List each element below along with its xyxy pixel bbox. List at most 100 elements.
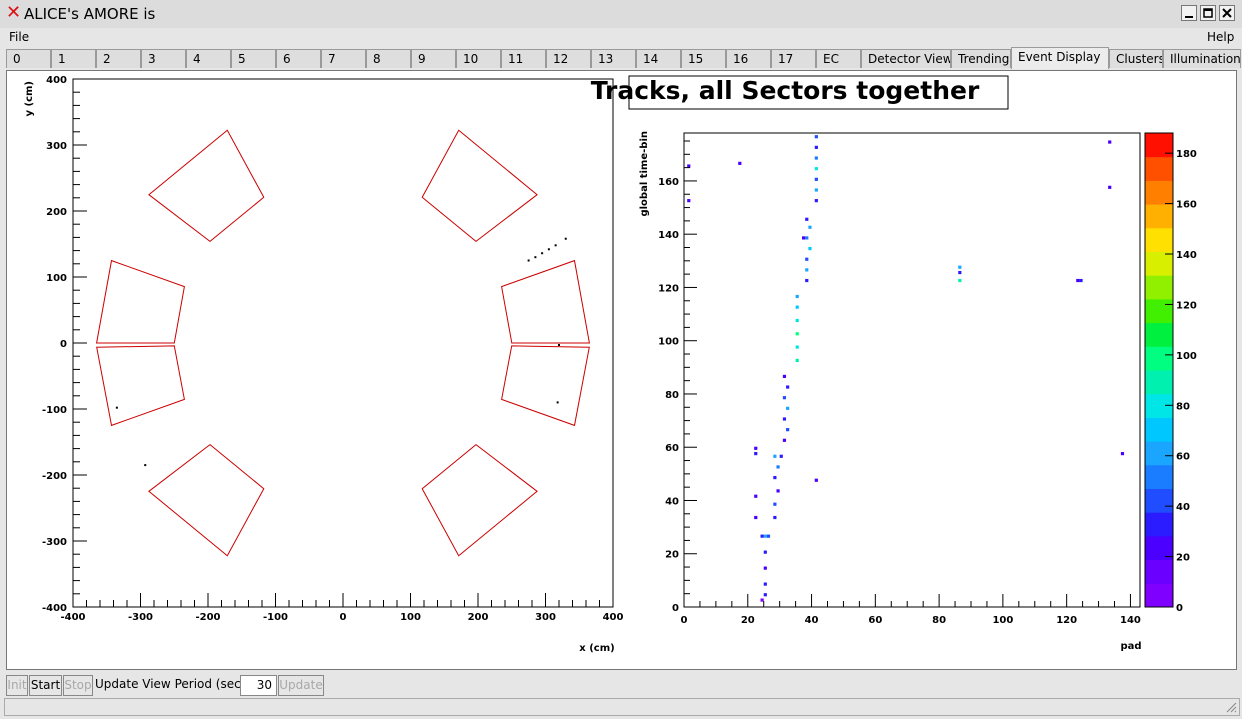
tab-10[interactable]: 10 [456, 49, 501, 68]
z-tick-label: 20 [1176, 553, 1190, 564]
heatmap-cell [1120, 452, 1125, 456]
heatmap-cell [814, 145, 818, 149]
tab-4[interactable]: 4 [186, 49, 231, 68]
tab-17[interactable]: 17 [771, 49, 816, 68]
z-tick-label: 40 [1176, 502, 1190, 513]
tab-14[interactable]: 14 [636, 49, 681, 68]
heatmap-cell [814, 167, 818, 171]
color-scale-bin [1145, 559, 1173, 584]
z-tick-label: 80 [1176, 401, 1190, 412]
z-tick-label: 160 [1176, 200, 1197, 211]
heatmap-cell [776, 489, 780, 493]
tab-8[interactable]: 8 [366, 49, 411, 68]
heatmap-cell [808, 225, 812, 229]
tab-11[interactable]: 11 [501, 49, 546, 68]
x-tick-label: 140 [1120, 615, 1141, 626]
x-tick-label: 0 [681, 615, 688, 626]
heatmap-cell [763, 534, 767, 538]
color-scale-bin [1145, 464, 1173, 489]
tab-6[interactable]: 6 [276, 49, 321, 68]
tab-12[interactable]: 12 [546, 49, 591, 68]
hit-point [115, 406, 118, 409]
heatmap-cell [805, 236, 809, 240]
heatmap-cell [795, 332, 799, 336]
heatmap-cell [773, 502, 777, 506]
x-tick-label: 120 [1056, 615, 1077, 626]
xy-plot: -400 -300 -200 -100 0 100 200 300 400 400 300 200 10… [24, 75, 623, 654]
tab-strip: 0 1 2 3 4 5 6 7 8 9 10 11 12 13 14 15 16 17 EC Detector Vie… [0, 47, 1242, 70]
color-scale-bin [1145, 322, 1173, 347]
tab-7[interactable]: 7 [321, 49, 366, 68]
tab-9[interactable]: 9 [411, 49, 456, 68]
start-button[interactable]: Start [29, 675, 62, 696]
tab-illumination[interactable]: Illumination [1163, 49, 1241, 68]
y-tick-label: 400 [46, 75, 67, 86]
tracks-plot-frame [683, 132, 1141, 608]
heatmap-cell [763, 566, 767, 570]
heatmap-cell [805, 217, 809, 221]
color-scale-bin [1145, 393, 1173, 418]
tab-event-display[interactable]: Event Display [1011, 47, 1109, 69]
heatmap-cell [782, 374, 787, 378]
stop-button[interactable]: Stop [63, 675, 93, 696]
heatmap-cell [766, 534, 771, 538]
tab-0[interactable]: 0 [6, 49, 51, 68]
z-tick-label: 180 [1176, 149, 1197, 160]
heatmap-cell [786, 406, 790, 410]
menu-help[interactable]: Help [1207, 30, 1234, 44]
heatmap-cell [754, 446, 758, 450]
heatmap-cell [786, 385, 790, 389]
heatmap-cell [763, 550, 767, 554]
color-scale-bin [1145, 370, 1173, 395]
tab-2[interactable]: 2 [96, 49, 141, 68]
heatmap-cell [782, 396, 787, 400]
tab-trending[interactable]: Trending [951, 49, 1011, 68]
hit-point [534, 256, 537, 259]
tab-clusters[interactable]: Clusters [1109, 49, 1163, 68]
close-button[interactable] [1219, 5, 1235, 21]
period-input[interactable]: 30 [240, 675, 277, 696]
y-tick-label: 160 [658, 177, 679, 188]
tab-3[interactable]: 3 [141, 49, 186, 68]
heatmap-cell [763, 582, 767, 586]
maximize-button[interactable] [1200, 5, 1216, 21]
tab-1[interactable]: 1 [51, 49, 96, 68]
title-bar: ✕ ALICE's AMORE is [0, 0, 1242, 29]
xy-ylabel: y (cm) [24, 81, 35, 117]
x-tick-label: 80 [932, 615, 946, 626]
color-scale-bin [1145, 417, 1173, 442]
heatmap-cell [958, 270, 962, 275]
x-tick-label: 20 [741, 615, 755, 626]
menu-file[interactable]: File [9, 30, 29, 44]
hit-point [144, 464, 147, 467]
heatmap-cell [773, 454, 777, 458]
heatmap-cell [958, 278, 962, 283]
window-title: ALICE's AMORE is [24, 5, 156, 23]
y-tick-label: 100 [46, 273, 67, 284]
tab-ec[interactable]: EC [816, 49, 861, 68]
heatmap-cell [754, 494, 758, 498]
x-tick-label: 300 [535, 612, 556, 623]
tab-detector-view[interactable]: Detector View [861, 49, 951, 68]
tab-15[interactable]: 15 [681, 49, 726, 68]
tab-5[interactable]: 5 [231, 49, 276, 68]
y-tick-label: 140 [658, 230, 679, 241]
color-scale-bin [1145, 441, 1173, 466]
tab-13[interactable]: 13 [591, 49, 636, 68]
color-scale-bin [1145, 227, 1173, 252]
tab-16[interactable]: 16 [726, 49, 771, 68]
minimize-button[interactable] [1181, 5, 1197, 21]
close-icon [1222, 8, 1232, 18]
y-tick-label: 0 [672, 603, 679, 614]
tracks-ylabel: global time-bin [639, 131, 650, 217]
bottom-toolbar: Init Start Stop Update View Period (sec)… [0, 673, 1242, 697]
resize-grip-icon[interactable] [1225, 701, 1237, 713]
heatmap-cell [763, 593, 767, 597]
heatmap-cell [814, 478, 818, 482]
init-button[interactable]: Init [6, 675, 28, 696]
tracks-plot: Tracks, all Sectors together 0 20 40 60 80 10… [591, 75, 1197, 652]
x-tick-label: 40 [805, 615, 819, 626]
heatmap-cell [805, 278, 809, 283]
z-tick-label: 100 [1176, 351, 1197, 362]
update-button[interactable]: Update [278, 675, 324, 696]
